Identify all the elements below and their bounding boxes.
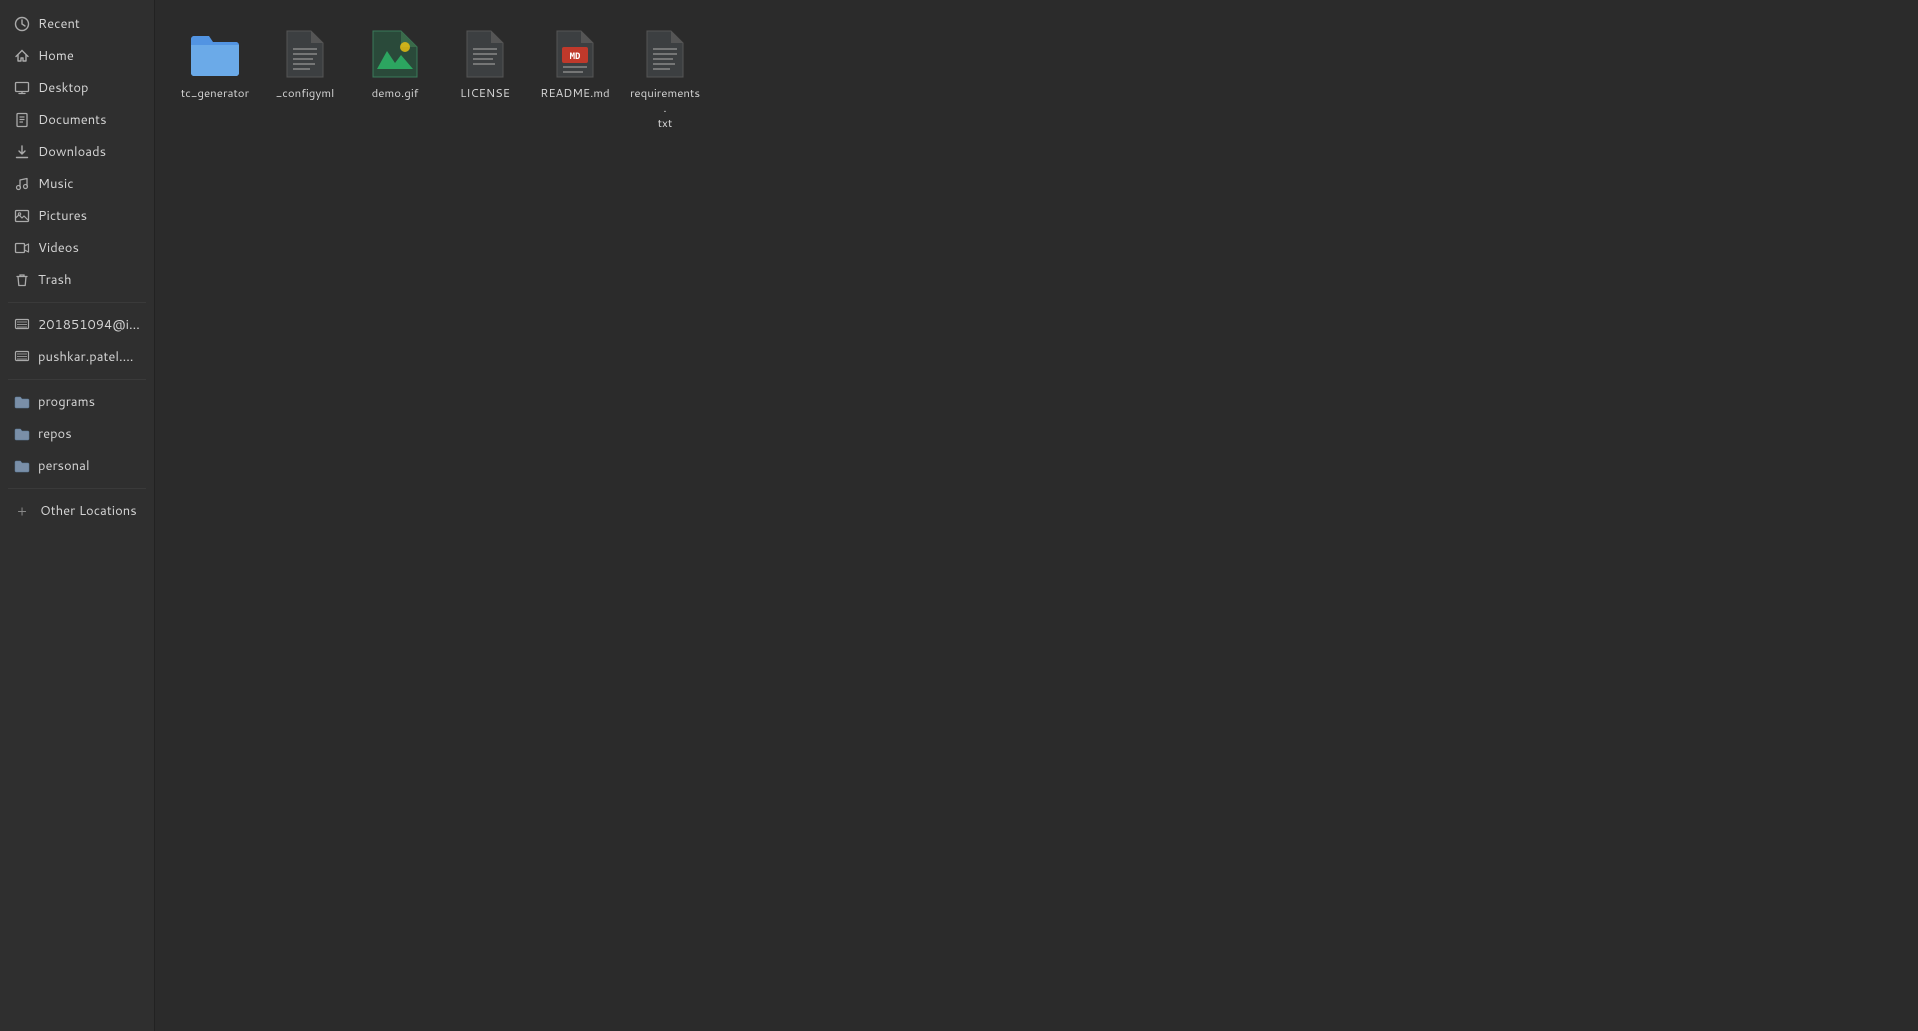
- sidebar-label-downloads: Downloads: [38, 143, 106, 161]
- folder-icon-personal: [14, 458, 30, 474]
- sidebar-label-home: Home: [38, 47, 74, 65]
- sidebar-item-programs[interactable]: programs: [4, 387, 150, 417]
- home-icon: [14, 48, 30, 64]
- sidebar-label-documents: Documents: [38, 111, 107, 129]
- sidebar-item-desktop[interactable]: Desktop: [4, 73, 150, 103]
- sidebar-label-net2: pushkar.patel.21.1.20...: [38, 348, 140, 366]
- sidebar-item-net2[interactable]: pushkar.patel.21.1.20...: [4, 342, 150, 372]
- sidebar-item-music[interactable]: Music: [4, 169, 150, 199]
- file-item-license[interactable]: LICENSE: [445, 20, 525, 139]
- trash-icon: [14, 272, 30, 288]
- file-item-readme[interactable]: MD README.md: [535, 20, 615, 139]
- file-name-readme: README.md: [540, 86, 609, 101]
- sidebar-item-trash[interactable]: Trash: [4, 265, 150, 295]
- desktop-icon: [14, 80, 30, 96]
- sidebar-label-personal: personal: [38, 457, 90, 475]
- downloads-icon: [14, 144, 30, 160]
- folder-icon-repos: [14, 426, 30, 442]
- file-name-demo-gif: demo.gif: [372, 86, 419, 101]
- sidebar-item-pictures[interactable]: Pictures: [4, 201, 150, 231]
- file-name-configyml: _configyml: [276, 86, 335, 101]
- sidebar-label-net1: 201851094@iiitvado...: [38, 316, 140, 334]
- sidebar-label-programs: programs: [38, 393, 95, 411]
- sidebar: Recent Home Desktop: [0, 0, 155, 1031]
- file-item-demo-gif[interactable]: demo.gif: [355, 20, 435, 139]
- md-icon-readme: MD: [549, 28, 601, 80]
- doc-icon-requirements: [639, 28, 691, 80]
- file-item-configyml[interactable]: _configyml: [265, 20, 345, 139]
- sidebar-label-trash: Trash: [38, 271, 72, 289]
- documents-icon: [14, 112, 30, 128]
- sidebar-label-videos: Videos: [38, 239, 79, 257]
- sidebar-item-documents[interactable]: Documents: [4, 105, 150, 135]
- sidebar-divider-2: [8, 379, 146, 380]
- videos-icon: [14, 240, 30, 256]
- sidebar-item-net1[interactable]: 201851094@iiitvado...: [4, 310, 150, 340]
- sidebar-item-recent[interactable]: Recent: [4, 9, 150, 39]
- network-icon-2: [14, 349, 30, 365]
- sidebar-item-downloads[interactable]: Downloads: [4, 137, 150, 167]
- network-icon-1: [14, 317, 30, 333]
- sidebar-item-personal[interactable]: personal: [4, 451, 150, 481]
- sidebar-item-home[interactable]: Home: [4, 41, 150, 71]
- svg-text:MD: MD: [570, 52, 581, 62]
- file-item-requirements[interactable]: requirements.txt: [625, 20, 705, 139]
- sidebar-label-desktop: Desktop: [38, 79, 89, 97]
- pictures-icon: [14, 208, 30, 224]
- sidebar-divider-3: [8, 488, 146, 489]
- file-browser-main: tc_generator _configyml: [155, 0, 1918, 1031]
- folder-icon-programs: [14, 394, 30, 410]
- music-icon: [14, 176, 30, 192]
- sidebar-item-videos[interactable]: Videos: [4, 233, 150, 263]
- doc-icon-license: [459, 28, 511, 80]
- file-name-tc-generator: tc_generator: [181, 86, 249, 101]
- sidebar-label-pictures: Pictures: [38, 207, 87, 225]
- sidebar-label-other-locations: Other Locations: [40, 502, 137, 520]
- sidebar-divider-1: [8, 302, 146, 303]
- sidebar-label-recent: Recent: [38, 15, 80, 33]
- doc-icon-configyml: [279, 28, 331, 80]
- clock-icon: [14, 16, 30, 32]
- file-name-requirements: requirements.txt: [629, 86, 701, 131]
- sidebar-label-music: Music: [38, 175, 74, 193]
- folder-icon-tc-generator: [189, 28, 241, 80]
- file-item-tc-generator[interactable]: tc_generator: [175, 20, 255, 139]
- sidebar-item-repos[interactable]: repos: [4, 419, 150, 449]
- sidebar-label-repos: repos: [38, 425, 72, 443]
- gif-icon-demo: [369, 28, 421, 80]
- file-name-license: LICENSE: [460, 86, 510, 101]
- sidebar-item-other-locations[interactable]: + Other Locations: [4, 496, 150, 526]
- plus-icon: +: [14, 503, 30, 519]
